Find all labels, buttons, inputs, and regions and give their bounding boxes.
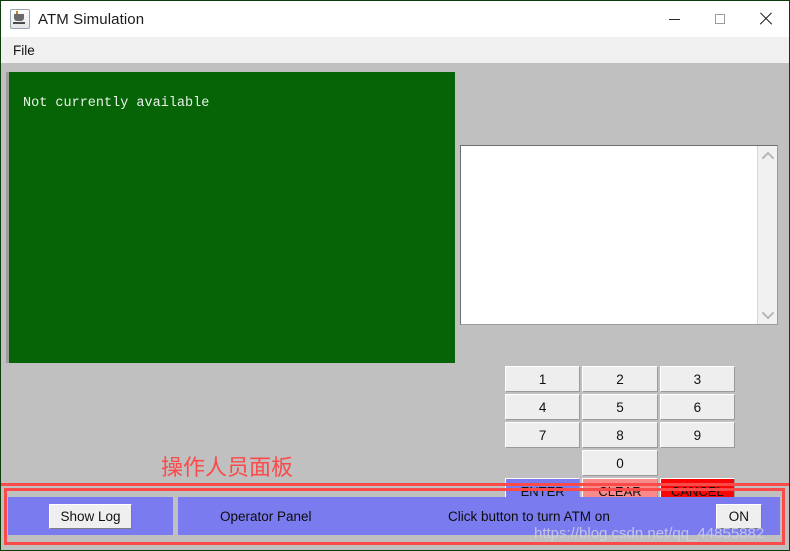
minimize-button[interactable] xyxy=(651,1,697,37)
menubar: File xyxy=(1,37,789,63)
keypad-key-4[interactable]: 4 xyxy=(505,394,581,420)
keypad-row: 4 5 6 xyxy=(505,394,737,420)
operator-panel-left: Show Log xyxy=(8,497,173,535)
keypad-key-0[interactable]: 0 xyxy=(582,450,658,476)
keypad-row: 7 8 9 xyxy=(505,422,737,448)
annotation-callout-text: 操作人员面板 xyxy=(161,456,294,481)
operator-panel-right: Operator Panel Click button to turn ATM … xyxy=(178,497,780,535)
close-button[interactable] xyxy=(743,1,789,37)
atm-simulation-window: ATM Simulation File Not currently availa… xyxy=(0,0,790,551)
keypad-key-3[interactable]: 3 xyxy=(659,366,735,392)
chevron-up-icon[interactable] xyxy=(758,146,778,164)
keypad: 1 2 3 4 5 6 7 8 9 0 ENTER CLEAR CANCEL xyxy=(505,366,737,506)
keypad-key-2[interactable]: 2 xyxy=(582,366,658,392)
keypad-key-8[interactable]: 8 xyxy=(582,422,658,448)
customer-display-text: Not currently available xyxy=(23,96,210,111)
close-icon xyxy=(759,12,773,26)
window-controls xyxy=(651,1,789,37)
window-titlebar: ATM Simulation xyxy=(1,1,789,37)
window-title: ATM Simulation xyxy=(38,10,145,28)
maximize-icon xyxy=(715,14,725,24)
power-on-button[interactable]: ON xyxy=(715,503,762,529)
keypad-key-5[interactable]: 5 xyxy=(582,394,658,420)
keypad-row: 0 xyxy=(505,450,737,476)
chevron-down-icon[interactable] xyxy=(758,306,778,324)
operator-panel-label: Operator Panel xyxy=(220,508,312,524)
operator-panel: Show Log Operator Panel Click button to … xyxy=(8,497,780,535)
main-content: Not currently available 1 2 3 4 5 6 7 8 … xyxy=(1,63,789,550)
receipt-scrollbar[interactable] xyxy=(757,146,777,324)
maximize-button[interactable] xyxy=(697,1,743,37)
receipt-text-area[interactable] xyxy=(460,145,778,325)
customer-display-panel: Not currently available xyxy=(9,72,455,363)
minimize-icon xyxy=(668,18,680,20)
menu-item-file[interactable]: File xyxy=(5,41,43,60)
receipt-text-area-body[interactable] xyxy=(461,146,757,324)
show-log-button[interactable]: Show Log xyxy=(49,503,132,529)
keypad-key-9[interactable]: 9 xyxy=(659,422,735,448)
keypad-key-6[interactable]: 6 xyxy=(659,394,735,420)
keypad-key-1[interactable]: 1 xyxy=(505,366,581,392)
power-hint-label: Click button to turn ATM on xyxy=(448,508,610,524)
keypad-key-7[interactable]: 7 xyxy=(505,422,581,448)
keypad-row: 1 2 3 xyxy=(505,366,737,392)
java-coffee-cup-icon xyxy=(10,9,30,29)
